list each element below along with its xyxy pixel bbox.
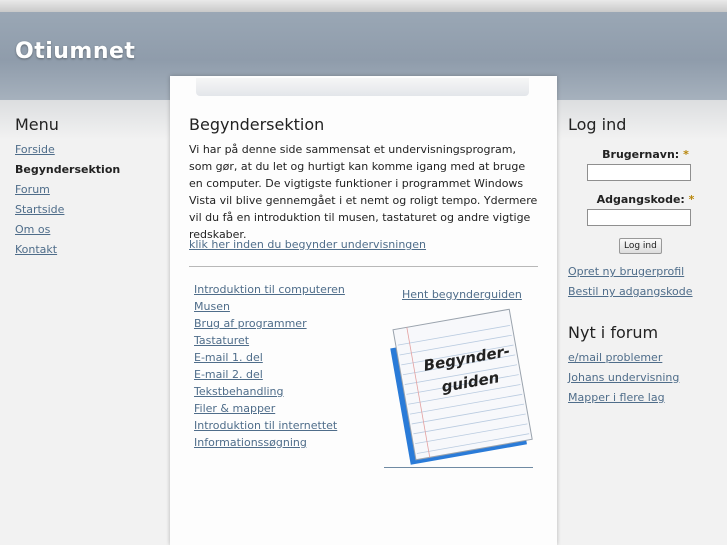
menu-item-kontakt[interactable]: Kontakt: [15, 240, 155, 260]
username-label-text: Brugernavn:: [602, 148, 680, 161]
required-mark: *: [688, 193, 695, 206]
password-label: Adgangskode: *: [583, 193, 708, 206]
lesson-item[interactable]: E-mail 2. del: [194, 366, 345, 383]
lesson-item[interactable]: Tastaturet: [194, 332, 345, 349]
forum-heading: Nyt i forum: [568, 323, 659, 342]
password-label-text: Adgangskode:: [596, 193, 685, 206]
right-sidebar: Log ind Brugernavn: * Adgangskode: * Log…: [568, 115, 718, 408]
beginner-guide-image[interactable]: Begynder- guiden: [380, 305, 540, 470]
guide-download-link[interactable]: Hent begynderguiden: [402, 288, 522, 301]
lesson-link[interactable]: Brug af programmer: [194, 317, 307, 330]
lesson-link[interactable]: Informationssøgning: [194, 436, 307, 449]
lesson-item[interactable]: Informationssøgning: [194, 434, 345, 451]
lesson-link[interactable]: Tekstbehandling: [194, 385, 284, 398]
account-link-item[interactable]: Bestil ny adgangskode: [568, 282, 718, 302]
request-password-link[interactable]: Bestil ny adgangskode: [568, 285, 693, 298]
login-button[interactable]: Log ind: [619, 238, 662, 254]
menu-link-startside[interactable]: Startside: [15, 203, 64, 216]
lesson-link[interactable]: Introduktion til internettet: [194, 419, 337, 432]
menu-item-forside[interactable]: Forside: [15, 140, 155, 160]
required-mark: *: [683, 148, 689, 161]
lesson-item[interactable]: Introduktion til computeren: [194, 281, 345, 298]
menu-link-om-os[interactable]: Om os: [15, 223, 50, 236]
content-divider: [189, 266, 538, 267]
forum-link[interactable]: e/mail problemer: [568, 351, 662, 364]
main-content: Begyndersektion Vi har på denne side sam…: [189, 115, 539, 243]
forum-item[interactable]: e/mail problemer: [568, 348, 718, 368]
lesson-link[interactable]: Introduktion til computeren: [194, 283, 345, 296]
lesson-item[interactable]: Brug af programmer: [194, 315, 345, 332]
site-title[interactable]: Otiumnet: [15, 39, 135, 64]
forum-link[interactable]: Johans undervisning: [568, 371, 679, 384]
forum-item[interactable]: Johans undervisning: [568, 368, 718, 388]
menu-link-forside[interactable]: Forside: [15, 143, 55, 156]
username-field[interactable]: [587, 164, 691, 181]
lesson-item[interactable]: Filer & mapper: [194, 400, 345, 417]
menu-heading: Menu: [15, 115, 59, 134]
lesson-link[interactable]: Filer & mapper: [194, 402, 275, 415]
create-profile-link[interactable]: Opret ny brugerprofil: [568, 265, 684, 278]
menu-link-forum[interactable]: Forum: [15, 183, 50, 196]
guide-underline: [384, 467, 533, 468]
lesson-link[interactable]: Musen: [194, 300, 230, 313]
lesson-item[interactable]: E-mail 1. del: [194, 349, 345, 366]
menu-item-om-os[interactable]: Om os: [15, 220, 155, 240]
page-title: Begyndersektion: [189, 115, 325, 134]
left-sidebar: Menu Forside Begyndersektion Forum Start…: [15, 115, 155, 260]
menu-item-startside[interactable]: Startside: [15, 200, 155, 220]
panel-tab: [196, 78, 529, 96]
menu-item-begyndersektion[interactable]: Begyndersektion: [15, 160, 155, 180]
lesson-item[interactable]: Musen: [194, 298, 345, 315]
lesson-link[interactable]: Tastaturet: [194, 334, 249, 347]
forum-link[interactable]: Mapper i flere lag: [568, 391, 665, 404]
account-links: Opret ny brugerprofil Bestil ny adgangsk…: [568, 262, 718, 302]
password-field[interactable]: [587, 209, 691, 226]
forum-list: e/mail problemer Johans undervisning Map…: [568, 348, 718, 408]
lesson-item[interactable]: Introduktion til internettet: [194, 417, 345, 434]
login-heading: Log ind: [568, 115, 627, 134]
lesson-item[interactable]: Tekstbehandling: [194, 383, 345, 400]
start-link[interactable]: klik her inden du begynder undervisninge…: [189, 238, 426, 251]
lesson-link[interactable]: E-mail 2. del: [194, 368, 263, 381]
lesson-list: Introduktion til computeren Musen Brug a…: [194, 281, 345, 451]
main-menu: Forside Begyndersektion Forum Startside …: [15, 140, 155, 260]
username-label: Brugernavn: *: [583, 148, 708, 161]
lesson-link[interactable]: E-mail 1. del: [194, 351, 263, 364]
menu-item-forum[interactable]: Forum: [15, 180, 155, 200]
forum-item[interactable]: Mapper i flere lag: [568, 388, 718, 408]
account-link-item[interactable]: Opret ny brugerprofil: [568, 262, 718, 282]
intro-text: Vi har på denne side sammensat et underv…: [189, 143, 538, 241]
menu-link-kontakt[interactable]: Kontakt: [15, 243, 57, 256]
